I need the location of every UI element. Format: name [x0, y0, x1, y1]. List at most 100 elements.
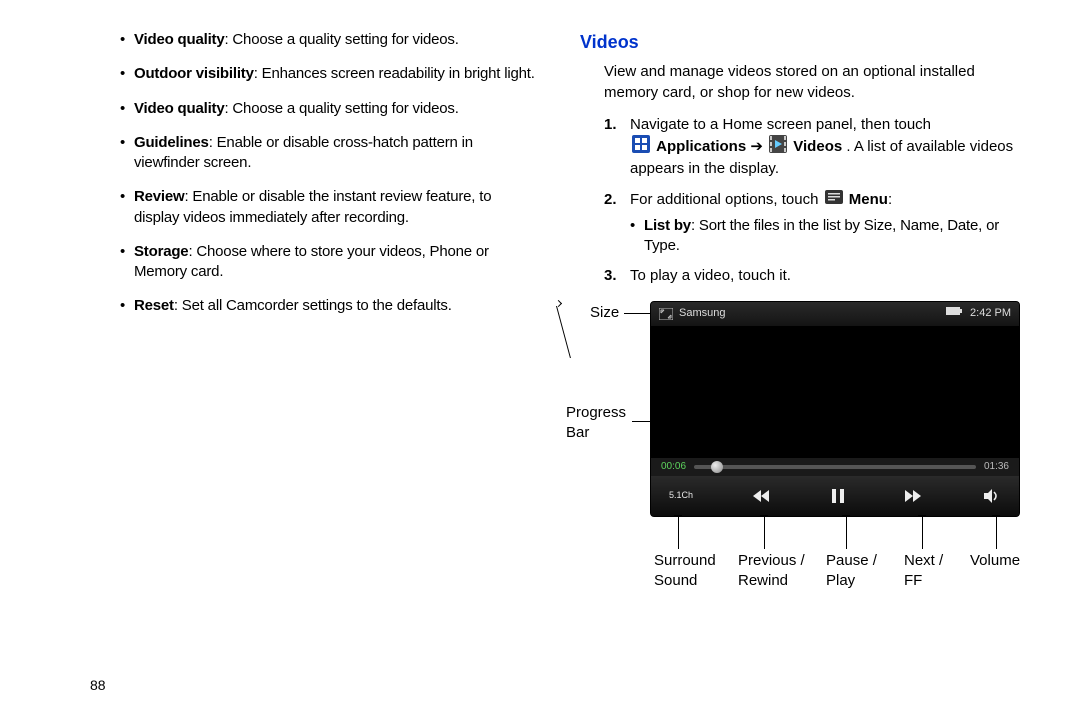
setting-term: Review: [134, 188, 185, 205]
clock-text: 2:42 PM: [970, 306, 1011, 321]
callout-label: Rewind: [738, 572, 788, 589]
callout-size: Size: [590, 303, 619, 323]
callout-label: Play: [826, 572, 855, 589]
step-item: 1. Navigate to a Home screen panel, then…: [604, 115, 1030, 180]
callout-label: Progress: [566, 404, 626, 421]
step-item: 2. For additional options, touch Menu: L…: [604, 190, 1030, 257]
arrow-text: ➔: [750, 138, 767, 155]
listby-term: List by: [644, 217, 691, 234]
callout-line: [846, 515, 847, 549]
duration-time: 01:36: [984, 460, 1009, 474]
next-button[interactable]: [903, 488, 925, 504]
callout-label: Previous /: [738, 552, 805, 569]
setting-item: Review: Enable or disable the instant re…: [120, 187, 540, 228]
setting-term: Guidelines: [134, 134, 209, 151]
battery-icon: [946, 306, 964, 321]
colon: :: [888, 191, 892, 208]
setting-term: Storage: [134, 243, 188, 260]
callout-pause: Pause / Play: [826, 551, 877, 592]
progress-track[interactable]: [694, 465, 976, 469]
callout-label: FF: [904, 572, 922, 589]
step-number: 3.: [604, 266, 617, 286]
intro-text: View and manage videos stored on an opti…: [604, 62, 1030, 103]
setting-item: Reset: Set all Camcorder settings to the…: [120, 296, 540, 316]
setting-desc: : Choose a quality setting for videos.: [224, 31, 458, 48]
page-number: 88: [90, 676, 106, 695]
menu-icon: [825, 190, 843, 210]
player-controls: 5.1Ch: [651, 476, 1019, 516]
callout-label: Next /: [904, 552, 943, 569]
step1-text-a: Navigate to a Home screen panel, then to…: [630, 116, 931, 133]
step2-text-a: For additional options, touch: [630, 191, 823, 208]
callout-line: [996, 515, 997, 549]
camcorder-settings-list: Video quality: Choose a quality setting …: [120, 30, 540, 317]
callout-progress: Progress Bar: [566, 403, 626, 444]
setting-desc: : Enhances screen readability in bright …: [254, 65, 535, 82]
setting-item: Guidelines: Enable or disable cross-hatc…: [120, 133, 540, 174]
setting-term: Reset: [134, 297, 174, 314]
callout-line: [842, 515, 850, 516]
left-column: Video quality: Choose a quality setting …: [90, 30, 540, 700]
callout-line: [624, 313, 650, 314]
callout-line: [992, 515, 1000, 516]
callout-line: [922, 515, 923, 549]
setting-item: Video quality: Choose a quality setting …: [120, 99, 540, 119]
callout-surround: Surround Sound: [654, 551, 716, 592]
previous-button[interactable]: [751, 488, 773, 504]
menu-label: Menu: [849, 191, 888, 208]
applications-icon: [632, 135, 650, 159]
section-heading: Videos: [580, 30, 1030, 54]
step-number: 2.: [604, 190, 617, 210]
callout-line: [918, 515, 926, 516]
elapsed-time: 00:06: [661, 460, 686, 474]
pause-button[interactable]: [830, 488, 846, 504]
callout-line: [632, 421, 650, 422]
surround-button[interactable]: 5.1Ch: [669, 491, 693, 500]
volume-button[interactable]: [983, 488, 1001, 504]
callout-label: Volume: [970, 552, 1020, 569]
callout-next: Next / FF: [904, 551, 943, 592]
step-number: 1.: [604, 115, 617, 135]
progress-bar[interactable]: 00:06 01:36: [651, 458, 1019, 476]
brand-text: Samsung: [679, 306, 725, 321]
callout-line: [760, 515, 768, 516]
setting-item: Storage: Choose where to store your vide…: [120, 242, 540, 283]
callout-line: [678, 515, 679, 549]
setting-term: Video quality: [134, 31, 224, 48]
player-topbar: Samsung 2:42 PM: [651, 302, 1019, 326]
listby-desc: : Sort the files in the list by Size, Na…: [644, 217, 999, 254]
callout-volume: Volume: [970, 551, 1020, 571]
callout-line: [764, 515, 765, 549]
setting-term: Video quality: [134, 100, 224, 117]
setting-item: Outdoor visibility: Enhances screen read…: [120, 64, 540, 84]
callout-label: Surround: [654, 552, 716, 569]
applications-label: Applications: [656, 138, 746, 155]
steps-list: 1. Navigate to a Home screen panel, then…: [604, 115, 1030, 287]
callout-previous: Previous / Rewind: [738, 551, 805, 592]
setting-desc: : Choose a quality setting for videos.: [224, 100, 458, 117]
size-icon[interactable]: [659, 308, 673, 320]
video-area[interactable]: [651, 326, 1019, 458]
player-figure: Size Progress Bar Samsung: [556, 301, 1006, 358]
step-item: 3. To play a video, touch it.: [604, 266, 1030, 286]
videos-label: Videos: [793, 138, 842, 155]
callout-label: Pause /: [826, 552, 877, 569]
videos-icon: [769, 135, 787, 159]
step2-sub-bullet: List by: Sort the files in the list by S…: [630, 216, 1030, 257]
setting-desc: : Enable or disable the instant review f…: [134, 188, 491, 225]
setting-term: Outdoor visibility: [134, 65, 254, 82]
callout-line: [674, 515, 682, 516]
step3-text: To play a video, touch it.: [630, 267, 791, 284]
setting-item: Video quality: Choose a quality setting …: [120, 30, 540, 50]
surround-text: 5.1Ch: [669, 491, 693, 500]
callout-label: Bar: [566, 424, 589, 441]
callout-label: Size: [590, 304, 619, 321]
setting-desc: : Choose where to store your videos, Pho…: [134, 243, 489, 280]
callout-label: Sound: [654, 572, 697, 589]
player-brand: Samsung: [659, 306, 946, 321]
setting-desc: : Set all Camcorder settings to the defa…: [174, 297, 452, 314]
progress-thumb[interactable]: [711, 461, 723, 473]
video-player: Samsung 2:42 PM 00:06 01:36 5.1Ch: [650, 301, 1020, 517]
right-column: Videos View and manage videos stored on …: [580, 30, 1030, 700]
callout-line: [556, 306, 572, 358]
